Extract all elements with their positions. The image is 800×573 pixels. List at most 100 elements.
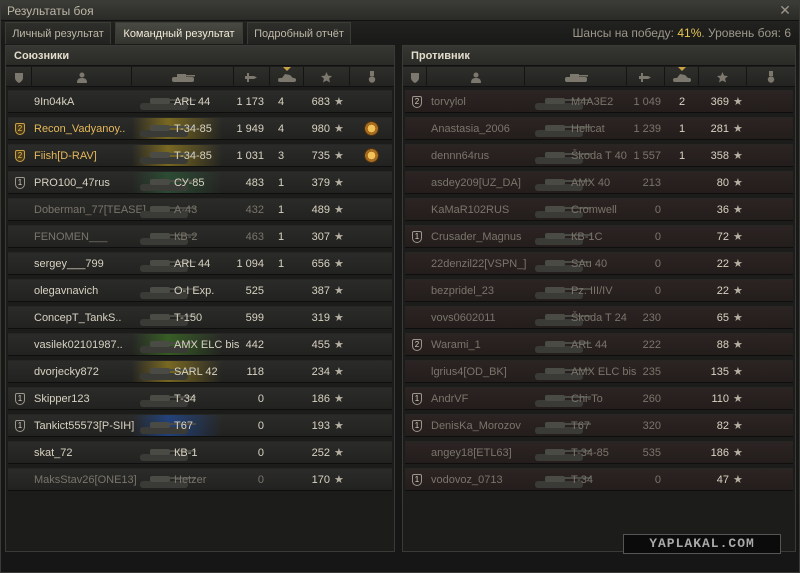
xp-value: 22	[716, 258, 729, 270]
sort-xp-header[interactable]	[699, 67, 747, 87]
sort-kills-header[interactable]	[270, 67, 304, 87]
player-row[interactable]: angey18[ETL63] T-34-85 535 186 ★	[405, 441, 793, 464]
window-title: Результаты боя	[7, 4, 94, 18]
player-name: 9In04kA	[34, 96, 75, 108]
allies-column-header	[6, 67, 394, 87]
player-row[interactable]: vasilek02101987.. AMX ELC bis 442 455 ★	[8, 333, 392, 356]
medal-icon[interactable]	[364, 121, 379, 136]
player-row[interactable]: vovs0602011 Škoda T 24 230 65 ★	[405, 306, 793, 329]
star-icon: ★	[334, 150, 344, 162]
player-row[interactable]: 22denzil22[VSPN_] SAu 40 0 22 ★	[405, 252, 793, 275]
sort-medal-header[interactable]	[747, 67, 795, 87]
player-row[interactable]: sergey___799 ARL 44 1 094 1 656 ★	[8, 252, 392, 275]
player-row[interactable]: KaMaR102RUS Cromwell 0 36 ★	[405, 198, 793, 221]
sort-tank-header[interactable]	[525, 67, 627, 87]
player-row[interactable]: 1 Crusader_Magnus КВ-1С 0 72 ★	[405, 225, 793, 248]
player-name: Recon_Vadyanoy..	[34, 123, 126, 135]
tab-detailed-report[interactable]: Подробный отчёт	[247, 22, 351, 44]
medal-icon	[767, 71, 775, 83]
player-row[interactable]: Anastasia_2006 Hellcat 1 239 1 281 ★	[405, 117, 793, 140]
allies-panel: Союзники 9In04kA ARL 44 1 173 4 683 ★ 2 …	[5, 45, 395, 552]
star-icon: ★	[334, 312, 344, 324]
player-row[interactable]: olegavnavich O-I Exp. 525 387 ★	[8, 279, 392, 302]
player-row[interactable]: 1 AndrVF Chi-To 260 110 ★	[405, 387, 793, 410]
sort-tank-header[interactable]	[132, 67, 234, 87]
platoon-badge-icon: 2	[15, 150, 25, 162]
tab-team-result[interactable]: Командный результат	[115, 22, 243, 44]
tab-personal-result[interactable]: Личный результат	[5, 22, 111, 44]
damage-value: 260	[642, 393, 661, 405]
player-row[interactable]: 1 Tankict55573[P-SIH] T67 0 193 ★	[8, 414, 392, 437]
player-row[interactable]: ConcepT_TankS.. T-150 599 319 ★	[8, 306, 392, 329]
xp-value: 193	[311, 420, 330, 432]
tank-name: A-43	[174, 204, 198, 216]
player-row[interactable]: Doberman_77[TEASE] A-43 432 1 489 ★	[8, 198, 392, 221]
xp-value: 72	[716, 231, 729, 243]
player-name: 22denzil22[VSPN_]	[431, 258, 527, 270]
player-row[interactable]: 9In04kA ARL 44 1 173 4 683 ★	[8, 90, 392, 113]
star-icon: ★	[334, 96, 344, 108]
tank-name: Hellcat	[571, 123, 605, 135]
tank-name: T-34-85	[174, 123, 212, 135]
star-icon: ★	[733, 312, 743, 324]
player-name: Tankict55573[P-SIH]	[34, 420, 135, 432]
player-name: asdey209[UZ_DA]	[431, 177, 521, 189]
player-row[interactable]: MaksStav26[ONE13] Hetzer 0 170 ★	[8, 468, 392, 491]
xp-value: 22	[716, 285, 729, 297]
star-icon: ★	[733, 204, 743, 216]
sort-damage-header[interactable]	[627, 67, 665, 87]
player-row[interactable]: FENOMEN___ КВ-2 463 1 307 ★	[8, 225, 392, 248]
damage-value: 320	[642, 420, 661, 432]
sort-player-header[interactable]	[427, 67, 525, 87]
xp-value: 489	[311, 204, 330, 216]
xp-value: 369	[710, 96, 729, 108]
kills-value: 1	[277, 204, 285, 216]
star-icon: ★	[334, 258, 344, 270]
player-row[interactable]: dvorjecky872 SARL 42 118 234 ★	[8, 360, 392, 383]
player-row[interactable]: 1 vodovoz_0713 T-34 0 47 ★	[405, 468, 793, 491]
sort-platoon-header[interactable]	[403, 67, 427, 87]
player-name: DenisKa_Morozov	[431, 420, 521, 432]
player-row[interactable]: 2 Warami_1 ARL 44 222 88 ★	[405, 333, 793, 356]
xp-value: 387	[311, 285, 330, 297]
star-icon: ★	[334, 177, 344, 189]
player-row[interactable]: skat_72 КВ-1 0 252 ★	[8, 441, 392, 464]
sort-medal-header[interactable]	[350, 67, 394, 87]
player-row[interactable]: asdey209[UZ_DA] AMX 40 213 80 ★	[405, 171, 793, 194]
player-row[interactable]: lgrius4[OD_BK] AMX ELC bis 235 135 ★	[405, 360, 793, 383]
sort-xp-header[interactable]	[304, 67, 350, 87]
damage-value: 432	[245, 204, 264, 216]
tank-name: ARL 44	[571, 339, 608, 351]
sort-damage-header[interactable]	[234, 67, 270, 87]
player-row[interactable]: 2 torvylol M4A3E2 1 049 2 369 ★	[405, 90, 793, 113]
player-row[interactable]: 1 DenisKa_Morozov T67 320 82 ★	[405, 414, 793, 437]
player-row[interactable]: 2 Recon_Vadyanoy.. T-34-85 1 949 4 980 ★	[8, 117, 392, 140]
tank-name: O-I Exp.	[174, 285, 215, 297]
player-row[interactable]: 2 Fiish[D-RAV] T-34-85 1 031 3 735 ★	[8, 144, 392, 167]
close-icon[interactable]: ✕	[777, 3, 793, 18]
sort-kills-header[interactable]	[665, 67, 699, 87]
damage-value: 535	[642, 447, 661, 459]
sort-player-header[interactable]	[32, 67, 132, 87]
platoon-badge-icon: 2	[412, 339, 422, 351]
battle-tier-label: . Уровень боя: 6	[701, 26, 791, 40]
star-icon	[321, 71, 332, 82]
player-row[interactable]: bezpridel_23 Pz. III/IV 0 22 ★	[405, 279, 793, 302]
player-row[interactable]: 1 Skipper123 T-34 0 186 ★	[8, 387, 392, 410]
allies-panel-title: Союзники	[6, 46, 394, 66]
platoon-badge-icon: 1	[412, 393, 422, 405]
star-icon: ★	[733, 285, 743, 297]
player-row[interactable]: dennn64rus Škoda T 40 1 557 1 358 ★	[405, 144, 793, 167]
star-icon: ★	[334, 447, 344, 459]
xp-value: 88	[716, 339, 729, 351]
medal-icon[interactable]	[364, 148, 379, 163]
star-icon: ★	[334, 285, 344, 297]
player-row[interactable]: 1 PRO100_47rus СУ-85 483 1 379 ★	[8, 171, 392, 194]
xp-value: 379	[311, 177, 330, 189]
player-name: dvorjecky872	[34, 366, 99, 378]
damage-value: 1 173	[236, 96, 264, 108]
damage-value: 0	[257, 393, 264, 405]
star-icon: ★	[733, 150, 743, 162]
player-name: Doberman_77[TEASE]	[34, 204, 146, 216]
sort-platoon-header[interactable]	[6, 67, 32, 87]
